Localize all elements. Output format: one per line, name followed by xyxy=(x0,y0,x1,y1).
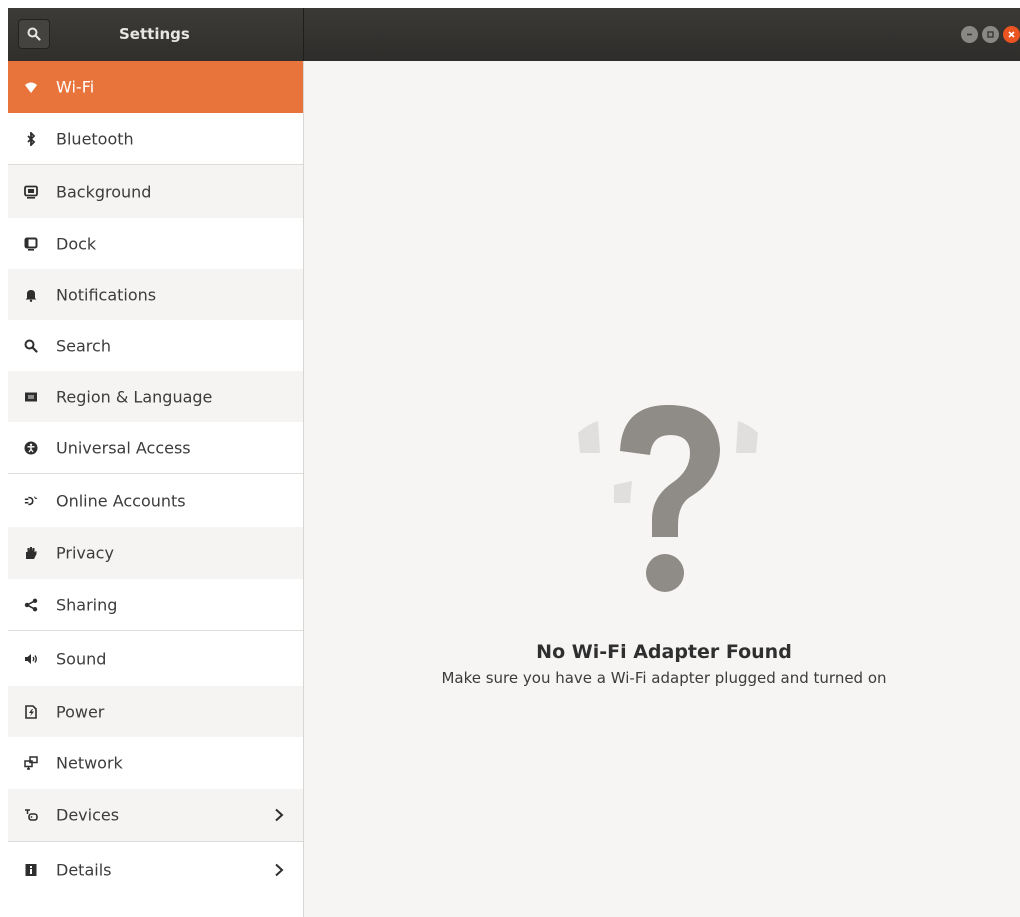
flag-icon xyxy=(24,390,38,404)
chevron-right-icon xyxy=(275,863,284,877)
wifi-icon xyxy=(24,80,38,94)
maximize-button[interactable] xyxy=(982,26,999,43)
window-controls xyxy=(961,26,1020,43)
sidebar-item-dock[interactable]: Dock xyxy=(8,218,303,269)
search-icon xyxy=(27,27,41,41)
sidebar-item-label: Notifications xyxy=(56,285,157,304)
sidebar-item-label: Region & Language xyxy=(56,387,213,406)
bluetooth-icon xyxy=(24,131,38,146)
devices-icon xyxy=(24,808,38,822)
accessibility-icon xyxy=(24,441,38,455)
question-mark-icon xyxy=(578,405,758,592)
sidebar-item-details[interactable]: Details xyxy=(8,842,303,898)
header-bar: Settings xyxy=(8,8,1020,61)
sidebar-item-online-accounts[interactable]: Online Accounts xyxy=(8,474,303,527)
minimize-button[interactable] xyxy=(961,26,978,43)
sidebar-item-label: Devices xyxy=(56,805,120,825)
sidebar-item-label: Sound xyxy=(56,649,107,668)
settings-window: Settings Wi-Fi Bluetooth Background Dock… xyxy=(8,8,1020,917)
sidebar-item-label: Dock xyxy=(56,234,97,253)
sidebar-item-label: Search xyxy=(56,336,111,355)
empty-state-title: No Wi-Fi Adapter Found xyxy=(536,641,792,663)
minimize-icon xyxy=(967,33,972,36)
sidebar-item-label: Bluetooth xyxy=(56,129,134,148)
sidebar-item-label: Details xyxy=(56,860,112,880)
search-button[interactable] xyxy=(18,19,50,49)
empty-state-subtitle: Make sure you have a Wi-Fi adapter plugg… xyxy=(441,669,887,687)
sidebar-item-label: Power xyxy=(56,702,105,721)
share-icon xyxy=(24,598,38,612)
sidebar-item-wifi[interactable]: Wi-Fi xyxy=(8,61,303,113)
maximize-icon xyxy=(987,31,994,38)
online-accounts-icon xyxy=(24,494,38,508)
chevron-right-icon xyxy=(275,808,284,822)
settings-sidebar: Wi-Fi Bluetooth Background Dock Notifica xyxy=(8,61,304,917)
sidebar-item-label: Wi-Fi xyxy=(56,77,95,97)
sidebar-item-universal-access[interactable]: Universal Access xyxy=(8,422,303,474)
sidebar-item-power[interactable]: Power xyxy=(8,686,303,737)
header-bar-right xyxy=(304,8,1020,61)
close-button[interactable] xyxy=(1003,26,1020,43)
sidebar-item-sharing[interactable]: Sharing xyxy=(8,579,303,631)
sidebar-item-label: Privacy xyxy=(56,543,114,563)
sidebar-item-sound[interactable]: Sound xyxy=(8,631,303,686)
search-icon xyxy=(24,339,38,353)
dock-icon xyxy=(24,237,38,251)
sidebar-item-devices[interactable]: Devices xyxy=(8,789,303,842)
info-icon xyxy=(24,863,38,877)
sidebar-item-label: Background xyxy=(56,182,152,201)
privacy-hand-icon xyxy=(24,546,38,560)
sidebar-item-label: Online Accounts xyxy=(56,491,186,510)
window-title: Settings xyxy=(119,25,190,43)
sidebar-item-label: Network xyxy=(56,753,123,773)
sidebar-item-bluetooth[interactable]: Bluetooth xyxy=(8,113,303,165)
sidebar-item-privacy[interactable]: Privacy xyxy=(8,527,303,579)
sidebar-item-network[interactable]: Network xyxy=(8,737,303,789)
sidebar-item-label: Universal Access xyxy=(56,438,191,457)
header-bar-left: Settings xyxy=(8,8,304,61)
power-icon xyxy=(24,704,38,719)
close-icon xyxy=(1008,31,1015,38)
network-icon xyxy=(24,756,38,770)
speaker-icon xyxy=(24,652,38,666)
wifi-panel: No Wi-Fi Adapter Found Make sure you hav… xyxy=(304,61,1020,917)
sidebar-item-region-language[interactable]: Region & Language xyxy=(8,371,303,422)
sidebar-item-background[interactable]: Background xyxy=(8,165,303,218)
bell-icon xyxy=(24,288,38,302)
sidebar-item-notifications[interactable]: Notifications xyxy=(8,269,303,320)
sidebar-item-label: Sharing xyxy=(56,595,118,614)
background-icon xyxy=(24,185,38,199)
sidebar-item-search[interactable]: Search xyxy=(8,320,303,371)
